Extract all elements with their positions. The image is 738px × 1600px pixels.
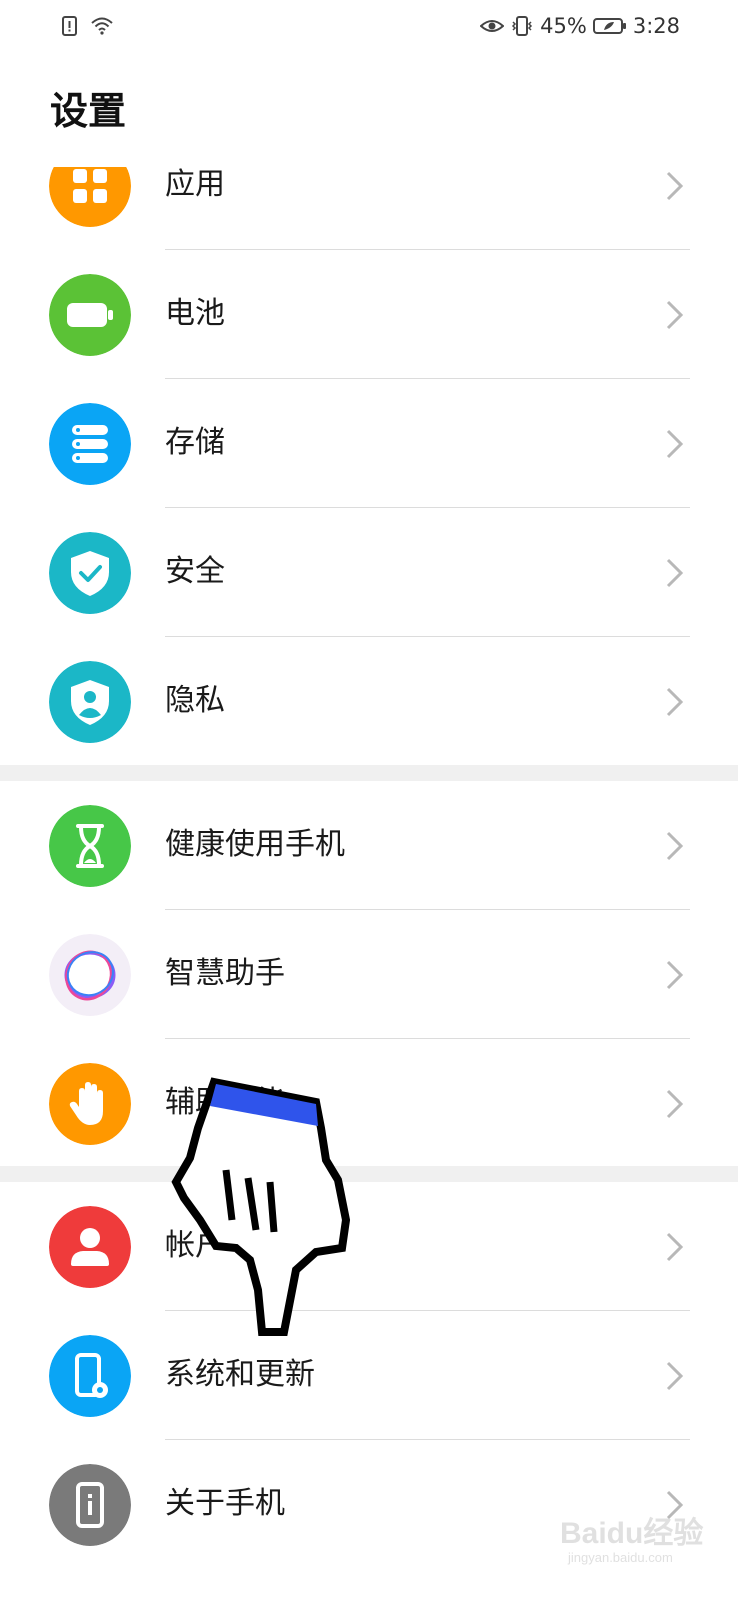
settings-item-label: 安全 <box>165 554 225 589</box>
chevron-right-icon <box>664 169 686 203</box>
shield-check-icon <box>49 532 131 614</box>
settings-item-privacy[interactable]: 隐私 <box>0 637 738 766</box>
settings-item-label: 健康使用手机 <box>165 827 345 862</box>
settings-item-label: 关于手机 <box>165 1486 285 1521</box>
settings-item-label: 隐私 <box>165 683 225 718</box>
baidu-watermark: Baidu经验 jingyan.baidu.com <box>560 1500 710 1580</box>
chevron-right-icon <box>664 1230 686 1264</box>
chevron-right-icon <box>664 829 686 863</box>
wifi-icon <box>90 14 114 38</box>
phone-info-icon <box>49 1464 131 1546</box>
chevron-right-icon <box>664 298 686 332</box>
chevron-right-icon <box>664 427 686 461</box>
sim-alert-icon <box>58 14 82 38</box>
settings-item-label: 帐户 <box>165 1228 225 1263</box>
settings-item-account[interactable]: 帐户 <box>0 1182 738 1311</box>
user-icon <box>49 1206 131 1288</box>
settings-item-system-update[interactable]: 系统和更新 <box>0 1311 738 1440</box>
chevron-right-icon <box>664 556 686 590</box>
privacy-icon <box>49 661 131 743</box>
vibrate-icon <box>510 14 534 38</box>
settings-item-digital-balance[interactable]: 健康使用手机 <box>0 781 738 910</box>
battery-icon <box>49 274 131 356</box>
settings-item-label: 智慧助手 <box>165 956 285 991</box>
eye-comfort-icon <box>479 14 505 38</box>
settings-item-label: 辅助功能 <box>165 1085 285 1120</box>
phone-gear-icon <box>49 1335 131 1417</box>
storage-icon <box>49 403 131 485</box>
watermark-text: Baidu经验 <box>560 1517 704 1550</box>
settings-item-label: 电池 <box>165 296 225 331</box>
chevron-right-icon <box>664 685 686 719</box>
chevron-right-icon <box>664 1087 686 1121</box>
hand-icon <box>49 1063 131 1145</box>
chevron-right-icon <box>664 958 686 992</box>
settings-item-storage[interactable]: 存储 <box>0 379 738 508</box>
settings-item-security[interactable]: 安全 <box>0 508 738 637</box>
settings-item-accessibility[interactable]: 辅助功能 <box>0 1039 738 1168</box>
settings-item-label: 存储 <box>165 425 225 460</box>
battery-icon <box>592 14 627 38</box>
title-mask <box>0 140 738 167</box>
status-bar: 45% 3:28 <box>0 0 738 56</box>
settings-item-battery[interactable]: 电池 <box>0 250 738 379</box>
clock: 3:28 <box>632 14 680 38</box>
section-gap <box>0 765 738 781</box>
settings-item-assistant[interactable]: 智慧助手 <box>0 910 738 1039</box>
hourglass-icon <box>49 805 131 887</box>
settings-item-label: 应用 <box>165 167 225 202</box>
chevron-right-icon <box>664 1359 686 1393</box>
assistant-icon <box>49 934 131 1016</box>
settings-item-label: 系统和更新 <box>165 1357 315 1392</box>
battery-percent: 45% <box>540 14 587 38</box>
watermark-sub: jingyan.baidu.com <box>568 1550 673 1565</box>
section-gap <box>0 1166 738 1182</box>
